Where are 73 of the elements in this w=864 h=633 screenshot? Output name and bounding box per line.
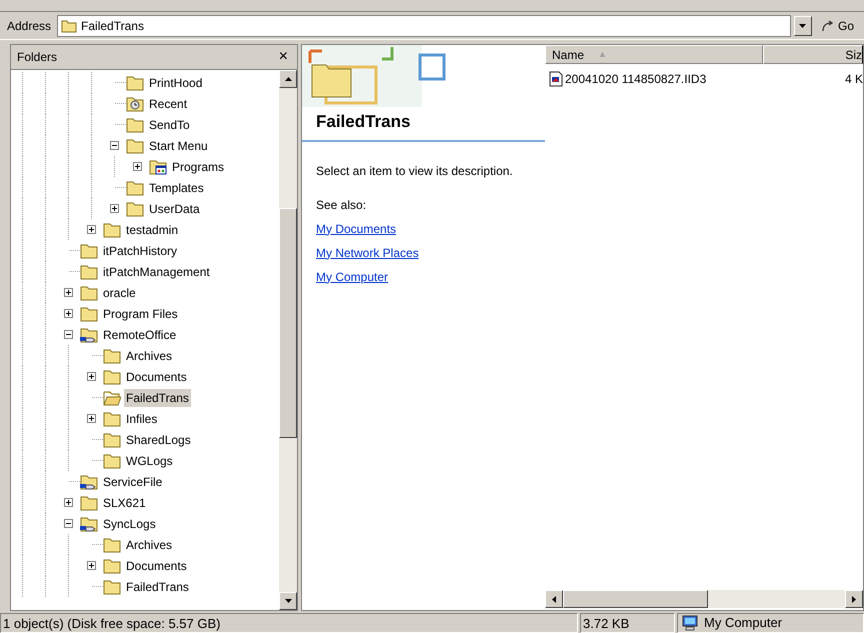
expand-toggle[interactable] — [87, 372, 96, 381]
program-folder-icon — [149, 158, 167, 175]
close-button[interactable]: × — [276, 49, 291, 65]
folder-icon — [103, 347, 121, 364]
scroll-up-button[interactable] — [279, 70, 297, 88]
scroll-thumb[interactable] — [563, 590, 708, 608]
pane-title: Folders — [17, 49, 58, 66]
folder-icon — [103, 557, 121, 574]
folder-icon — [126, 116, 144, 133]
file-icon — [549, 71, 563, 87]
address-label: Address — [6, 18, 52, 34]
folder-icon — [103, 221, 121, 238]
expand-toggle[interactable] — [87, 225, 96, 234]
see-also-link[interactable]: My Network Places — [316, 244, 419, 262]
folder-icon — [126, 137, 144, 154]
folder-icon — [126, 200, 144, 217]
collapse-toggle[interactable] — [64, 519, 73, 528]
folder-icon — [103, 368, 121, 385]
column-header[interactable]: Siz — [763, 45, 863, 64]
shared-folder-icon — [80, 326, 98, 343]
open-folder-icon — [103, 389, 121, 406]
folder-icon — [103, 431, 121, 448]
computer-icon — [681, 615, 699, 631]
scroll-left-button[interactable] — [545, 590, 563, 608]
folder-icon — [80, 305, 98, 322]
expand-toggle[interactable] — [133, 162, 142, 171]
expand-toggle[interactable] — [64, 498, 73, 507]
sort-indicator-icon: ▲ — [598, 48, 607, 62]
file-size-cell-text: 4 K — [844, 71, 863, 88]
see-also-label: See also: — [316, 196, 368, 214]
folder-icon — [126, 74, 144, 91]
arrow-icon — [820, 20, 835, 32]
column-header[interactable]: Name ▲ — [545, 45, 763, 64]
expand-toggle[interactable] — [64, 288, 73, 297]
description-text: Select an item to view its description. — [316, 162, 514, 180]
see-also-link[interactable]: My Computer — [316, 268, 388, 286]
expand-toggle[interactable] — [110, 204, 119, 213]
scroll-down-button[interactable] — [279, 592, 297, 610]
folder-icon — [61, 18, 78, 32]
folder-icon — [126, 179, 144, 196]
horizontal-scrollbar[interactable] — [545, 590, 863, 608]
folder-icon — [103, 452, 121, 469]
expand-toggle[interactable] — [87, 561, 96, 570]
dropdown-button[interactable] — [794, 16, 812, 36]
folder-icon — [80, 242, 98, 259]
folder-tree-item[interactable]: FailedTrans — [124, 388, 191, 406]
caret-icon — [799, 24, 806, 28]
expand-toggle[interactable] — [64, 309, 73, 318]
shared-folder-icon — [80, 473, 98, 490]
folder-icon — [80, 263, 98, 280]
folder-icon — [103, 536, 121, 553]
see-also-link[interactable]: My Documents — [316, 220, 396, 238]
shared-folder-icon — [80, 515, 98, 532]
folder-icon — [80, 494, 98, 511]
folder-icon — [103, 410, 121, 427]
scroll-right-button[interactable] — [845, 590, 863, 608]
left-arrow-icon — [552, 596, 556, 602]
folder-icon — [103, 578, 121, 595]
vertical-scrollbar[interactable] — [279, 70, 297, 610]
folder-icon — [80, 284, 98, 301]
collapse-toggle[interactable] — [110, 141, 119, 150]
scroll-thumb[interactable] — [279, 208, 297, 438]
status-zone: My Computer — [704, 614, 782, 632]
up-arrow-icon — [284, 77, 292, 81]
right-arrow-icon — [852, 596, 856, 602]
status-text: 1 object(s) (Disk free space: 5.57 GB) — [0, 613, 578, 633]
address-field[interactable]: FailedTrans — [57, 14, 791, 36]
status-size: 3.72 KB — [580, 613, 675, 633]
expand-toggle[interactable] — [87, 414, 96, 423]
file-name-cell[interactable]: 20041020 114850827.IID3 — [545, 70, 763, 88]
clock-folder-icon — [126, 95, 144, 112]
down-arrow-icon — [284, 599, 292, 603]
collapse-toggle[interactable] — [64, 330, 73, 339]
